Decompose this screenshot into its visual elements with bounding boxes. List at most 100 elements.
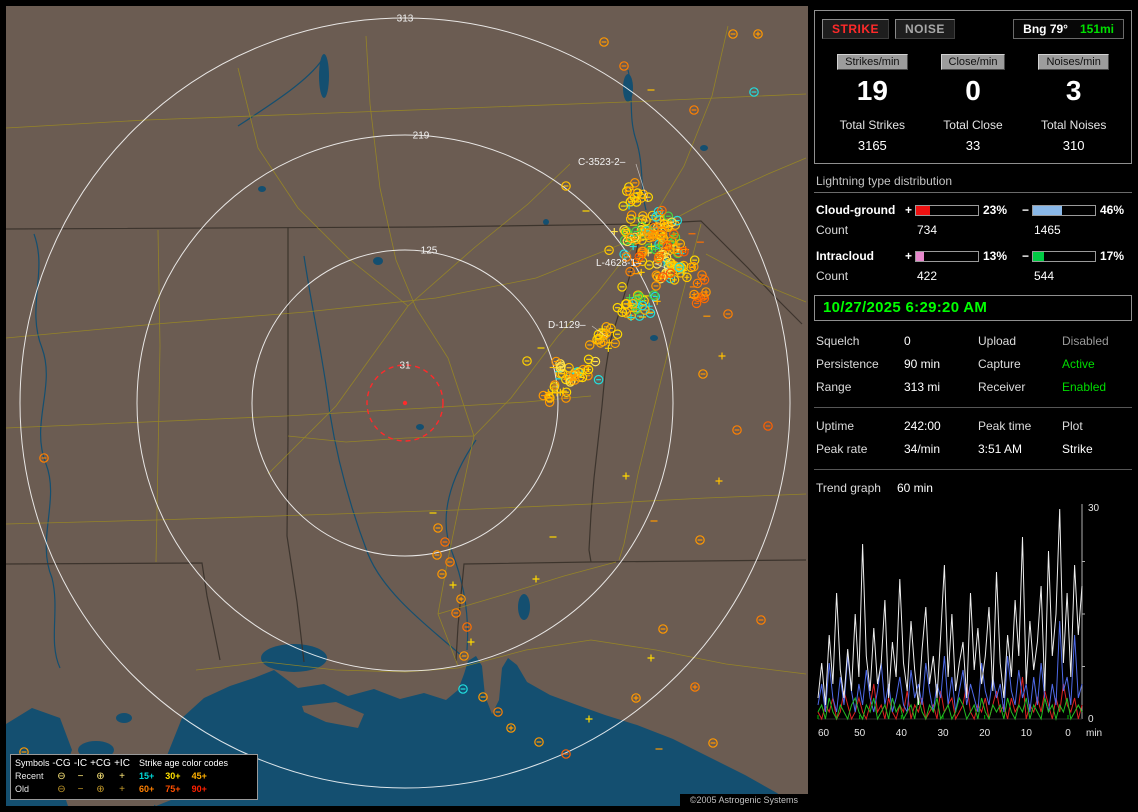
close-per-min-chip[interactable]: Close/min (940, 54, 1006, 70)
svg-text:0: 0 (1065, 728, 1071, 739)
capture-status: Active (1062, 357, 1095, 371)
copyright-label: ©2005 Astrogenic Systems (679, 794, 808, 808)
squelch-value: 0 (904, 334, 911, 348)
cg-neg-pct: 46% (1100, 203, 1125, 217)
upload-status: Disabled (1062, 334, 1109, 348)
svg-text:219: 219 (413, 131, 430, 142)
svg-text:L-4628-1–: L-4628-1– (596, 258, 642, 269)
svg-text:50: 50 (854, 728, 866, 739)
ic-neg-count: 544 (1034, 269, 1055, 283)
cloud-ground-distribution: Cloud-ground + 23% − 46% Count 734 1465 (816, 203, 1130, 237)
range-label: Range (816, 380, 852, 394)
cg-neg-count: 1465 (1034, 223, 1061, 237)
land-background (6, 6, 808, 806)
divider (814, 469, 1132, 470)
divider (814, 407, 1132, 408)
lightning-monitor-app: 313 219 125 31 C-3523-2– L-4628-1– D-1129– Sy… (0, 0, 1138, 812)
rate-values-row: 19 0 3 (822, 75, 1124, 107)
plot-label: Plot (1062, 419, 1083, 433)
peak-rate-value: 34/min (904, 442, 941, 456)
strike-alarm-button[interactable]: STRIKE (822, 19, 890, 39)
noise-alarm-button[interactable]: NOISE (895, 19, 955, 39)
svg-text:31: 31 (399, 361, 411, 372)
intracloud-distribution: Intracloud + 13% − 17% Count 422 544 (816, 249, 1130, 283)
squelch-label: Squelch (816, 334, 860, 348)
receiver-status: Enabled (1062, 380, 1107, 394)
minus-sign: − (1021, 203, 1029, 217)
plus-sign: + (904, 203, 912, 217)
peak-rate-label: Peak rate (816, 442, 868, 456)
ic-pos-count: 422 (917, 269, 938, 283)
uptime-value: 242:00 (904, 419, 941, 433)
trend-window-value: 60 min (896, 481, 933, 495)
alarm-button-row: STRIKE NOISE Bng 79° 151mi (822, 19, 1124, 39)
map-canvas[interactable]: 313 219 125 31 C-3523-2– L-4628-1– D-1129– (6, 6, 808, 806)
settings-grid: Squelch 0 Upload Disabled Persistence 90… (816, 334, 1130, 394)
upload-label: Upload (978, 334, 1017, 348)
cg-pos-bar (915, 204, 979, 216)
strike-map[interactable]: 313 219 125 31 C-3523-2– L-4628-1– D-1129– Sy… (6, 6, 808, 808)
distance-value: 151mi (1079, 22, 1114, 36)
svg-text:313: 313 (397, 14, 414, 25)
map-legend: Symbols -CG -IC +CG +IC Strike age color… (10, 754, 258, 800)
cg-pos-pct: 23% (983, 203, 1008, 217)
legend-rows: Recent ⊖ − ⊕ +15+ 30+ 45+ Old ⊖ − ⊕ +60+ 75+ 90+ (15, 770, 253, 796)
receiver-label: Receiver (978, 380, 1026, 394)
legend-col-pos-ic: +IC (114, 758, 130, 769)
svg-text:D-1129–: D-1129– (548, 320, 586, 331)
svg-text:40: 40 (896, 728, 908, 739)
distribution-title: Lightning type distribution (814, 174, 1132, 193)
svg-text:10: 10 (1021, 728, 1033, 739)
svg-text:20: 20 (979, 728, 991, 739)
svg-text:min: min (1086, 728, 1102, 739)
bearing-value: Bng 79° (1023, 22, 1068, 36)
right-panel: STRIKE NOISE Bng 79° 151mi Strikes/min C… (814, 6, 1132, 806)
strikes-per-min-value: 19 (856, 75, 888, 106)
cg-neg-bar (1032, 204, 1096, 216)
persistence-label: Persistence (816, 357, 879, 371)
svg-text:125: 125 (421, 246, 438, 257)
legend-age-header: Strike age color codes (139, 758, 229, 768)
legend-row: Recent ⊖ − ⊕ +15+ 30+ 45+ (15, 771, 207, 782)
legend-symbols-header: Symbols (15, 758, 50, 768)
total-noises: Total Noises 310 (1040, 118, 1107, 153)
legend-row: Old ⊖ − ⊕ +60+ 75+ 90+ (15, 784, 207, 795)
legend-col-neg-cg: -CG (52, 758, 71, 769)
rate-labels-row: Strikes/min Close/min Noises/min (822, 54, 1124, 70)
peak-time-label: Peak time (978, 419, 1032, 433)
total-strikes: Total Strikes 3165 (839, 118, 905, 153)
legend-header-row: Symbols -CG -IC +CG +IC Strike age color… (15, 757, 253, 770)
svg-text:30: 30 (937, 728, 949, 739)
trend-graph-label: Trend graph (816, 481, 881, 495)
trend-graph: 30 0 min 60 50 40 30 20 10 0 (814, 499, 1126, 751)
intracloud-label: Intracloud (816, 249, 875, 263)
cg-pos-count: 734 (917, 223, 938, 237)
plot-mode-value: Strike (1062, 442, 1093, 456)
ic-neg-pct: 17% (1100, 249, 1125, 263)
legend-col-neg-ic: -IC (73, 758, 88, 769)
cloud-ground-label: Cloud-ground (816, 203, 896, 217)
ic-count-label: Count (816, 269, 849, 283)
legend-col-pos-cg: +CG (90, 758, 111, 769)
minus-sign: − (1021, 249, 1029, 263)
total-close: Total Close 33 (943, 118, 1003, 153)
noises-per-min-value: 3 (1065, 75, 1082, 106)
capture-label: Capture (978, 357, 1021, 371)
noises-per-min-chip[interactable]: Noises/min (1038, 54, 1109, 70)
ic-neg-bar (1032, 250, 1096, 262)
trend-graph-row: Trend graph 60 min (816, 481, 1130, 495)
svg-text:C-3523-2–: C-3523-2– (578, 157, 626, 168)
close-per-min-value: 0 (965, 75, 981, 106)
svg-text:0: 0 (1088, 714, 1094, 725)
detector-status-box: STRIKE NOISE Bng 79° 151mi Strikes/min C… (814, 10, 1132, 164)
uptime-label: Uptime (816, 419, 855, 433)
svg-text:30: 30 (1088, 503, 1100, 514)
strikes-per-min-chip[interactable]: Strikes/min (837, 54, 908, 70)
peak-time-value: 3:51 AM (978, 442, 1023, 456)
bearing-readout: Bng 79° 151mi (1013, 19, 1124, 39)
datetime-display: 10/27/2025 6:29:20 AM (814, 295, 1132, 321)
persistence-value: 90 min (904, 357, 941, 371)
svg-text:60: 60 (818, 728, 830, 739)
cg-count-label: Count (816, 223, 849, 237)
ic-pos-bar (915, 250, 979, 262)
